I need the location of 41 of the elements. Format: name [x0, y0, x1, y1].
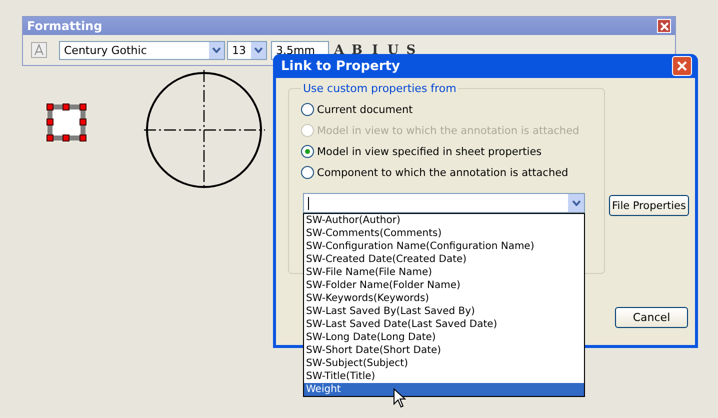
close-icon: [676, 60, 688, 72]
option-label: Current document: [317, 104, 413, 116]
radio-button[interactable]: [301, 145, 314, 158]
radio-button[interactable]: [301, 103, 314, 116]
chevron-down-icon: [212, 47, 221, 53]
list-item[interactable]: SW-Author(Author): [304, 214, 584, 227]
close-button[interactable]: [672, 56, 692, 76]
style-button[interactable]: U: [385, 42, 401, 58]
list-item[interactable]: SW-Folder Name(Folder Name): [304, 279, 584, 292]
option-label: Component to which the annotation is attached: [317, 166, 568, 178]
list-item[interactable]: SW-Keywords(Keywords): [304, 292, 584, 305]
close-icon[interactable]: [657, 19, 671, 33]
property-combobox[interactable]: [303, 193, 585, 213]
font-dropdown[interactable]: Century Gothic: [59, 40, 225, 60]
style-button[interactable]: A: [331, 42, 347, 58]
size-dropdown[interactable]: 13: [227, 40, 267, 60]
radio-button[interactable]: [301, 166, 314, 179]
chevron-down-icon: [572, 200, 580, 206]
style-button[interactable]: S: [403, 42, 419, 58]
list-item[interactable]: SW-Last Saved By(Last Saved By): [304, 305, 584, 318]
style-button[interactable]: B: [349, 42, 365, 58]
style-button[interactable]: I: [367, 42, 383, 58]
list-item[interactable]: SW-Created Date(Created Date): [304, 253, 584, 266]
font-icon[interactable]: [31, 42, 47, 58]
list-item[interactable]: Weight: [304, 383, 584, 396]
file-properties-button[interactable]: File Properties: [609, 195, 689, 216]
toolbar-title: Formatting: [27, 19, 102, 33]
list-item[interactable]: SW-File Name(File Name): [304, 266, 584, 279]
option-label: Model in view to which the annotation is attached: [317, 124, 580, 136]
chevron-down-icon: [254, 47, 263, 53]
list-item[interactable]: SW-Short Date(Short Date): [304, 344, 584, 357]
cancel-button[interactable]: Cancel: [615, 307, 688, 328]
list-item[interactable]: SW-Comments(Comments): [304, 227, 584, 240]
list-item[interactable]: SW-Subject(Subject): [304, 357, 584, 370]
list-item[interactable]: SW-Long Date(Long Date): [304, 331, 584, 344]
list-item[interactable]: SW-Title(Title): [304, 370, 584, 383]
group-title: Use custom properties from: [302, 82, 458, 95]
option-label: Model in view specified in sheet properties: [317, 146, 542, 158]
dialog-title: Link to Property: [281, 58, 400, 74]
list-item[interactable]: SW-Configuration Name(Configuration Name): [304, 240, 584, 253]
list-item[interactable]: SW-Last Saved Date(Last Saved Date): [304, 318, 584, 331]
